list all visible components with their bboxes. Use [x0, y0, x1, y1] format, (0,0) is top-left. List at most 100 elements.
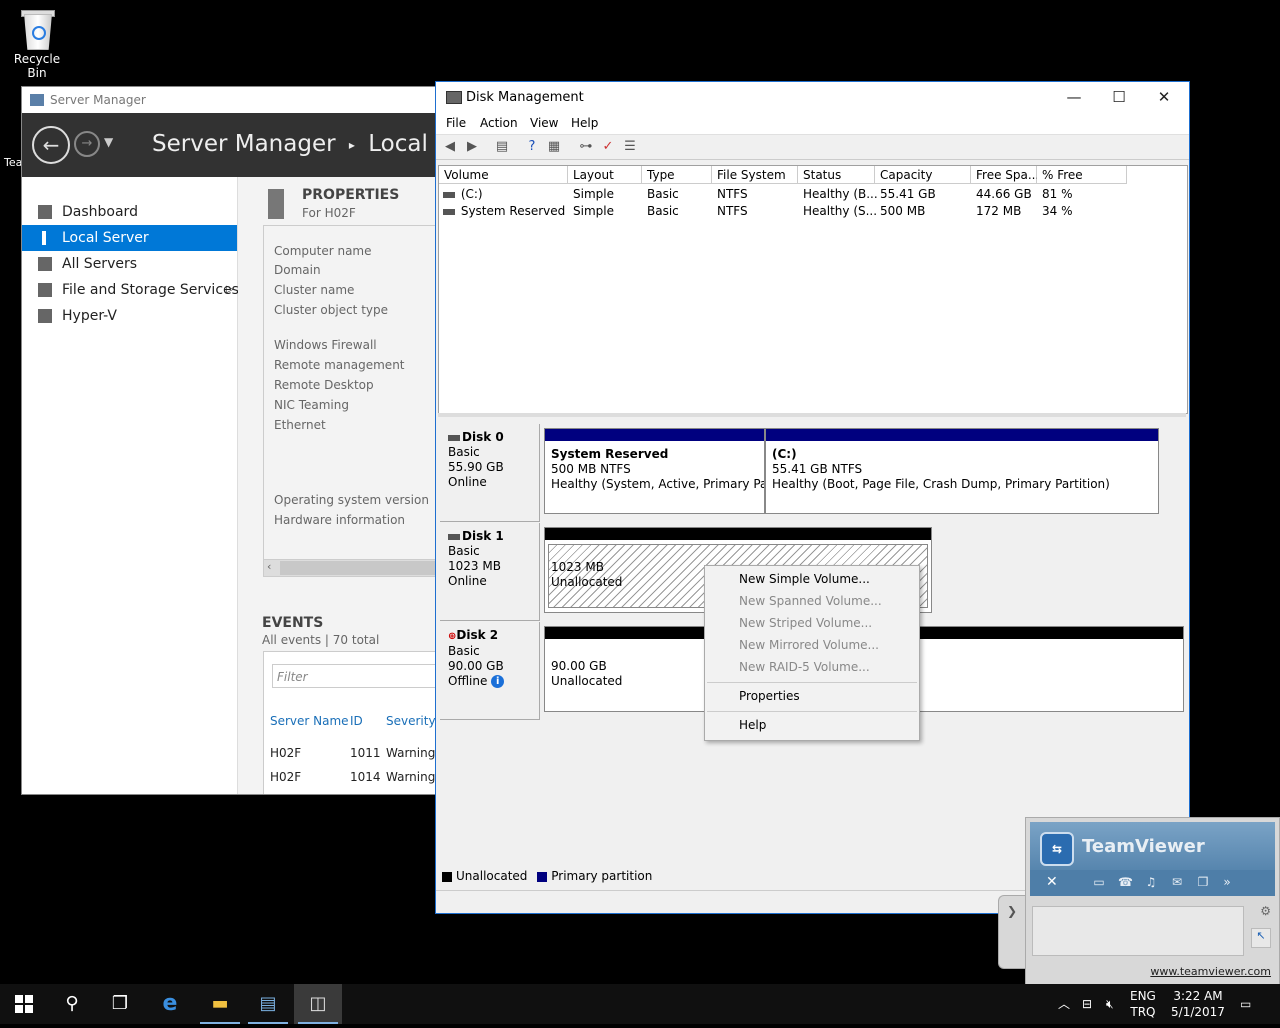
video-icon[interactable]: ▭ — [1092, 875, 1106, 889]
sidebar-item-hyper-v[interactable]: Hyper-V — [22, 303, 237, 329]
menu-view[interactable]: View — [530, 116, 558, 130]
task-view-icon[interactable]: ❐ — [96, 984, 144, 1024]
chat-icon[interactable]: ✉ — [1170, 875, 1184, 889]
recycle-bin-icon[interactable]: Recycle Bin — [4, 8, 70, 80]
table-cell[interactable]: H02F — [270, 746, 301, 760]
search-icon[interactable]: ⚲ — [48, 984, 96, 1024]
chevron-right-icon[interactable]: ❯ — [1007, 904, 1017, 918]
more-icon[interactable]: » — [1220, 875, 1234, 889]
column-header-type[interactable]: Type — [642, 166, 712, 184]
notifications-icon[interactable]: ▭ — [1240, 996, 1251, 1012]
table-cell[interactable]: 1014 — [350, 770, 381, 784]
back-arrow-icon[interactable]: ← — [32, 126, 70, 164]
column-header-severity[interactable]: Severity — [386, 714, 436, 728]
gear-icon[interactable]: ⚙ — [1260, 904, 1271, 918]
file-transfer-icon[interactable]: ❐ — [1196, 875, 1210, 889]
teamviewer-expand-tab[interactable]: ❯ — [998, 895, 1027, 969]
column-header-volume[interactable]: Volume — [439, 166, 568, 184]
info-icon[interactable]: i — [491, 675, 505, 688]
partition-title: System Reserved — [551, 447, 669, 461]
network-icon[interactable]: ⊟ — [1082, 996, 1092, 1012]
forward-icon[interactable]: ▶ — [464, 140, 480, 154]
column-header-capacity[interactable]: Capacity — [875, 166, 971, 184]
server-manager-taskbar-icon[interactable]: ▤ — [244, 984, 292, 1024]
forward-arrow-icon[interactable]: → — [74, 131, 100, 157]
server-manager-title: Server Manager — [50, 93, 146, 107]
back-icon[interactable]: ◀ — [442, 140, 458, 154]
properties-hscrollbar[interactable]: ‹ — [264, 559, 436, 576]
history-dropdown-icon[interactable]: ▼ — [104, 135, 113, 149]
sidebar-item-dashboard[interactable]: Dashboard — [22, 199, 237, 225]
check-icon[interactable]: ✓ — [600, 140, 616, 154]
events-filter-input[interactable]: Filter — [272, 664, 436, 688]
close-icon[interactable]: ✕ — [1046, 874, 1058, 890]
volume-list[interactable]: Volume Layout Type File System Status Ca… — [438, 165, 1188, 414]
toolbar: ◀ ▶ ▤ ? ▦ ⊶ ✓ ☰ — [436, 135, 1189, 160]
headset-icon[interactable]: ♫ — [1144, 875, 1158, 889]
disk-management-taskbar-icon[interactable]: ◫ — [294, 984, 342, 1024]
disk-management-titlebar[interactable]: Disk Management — ☐ ✕ — [436, 82, 1189, 112]
partition-c-drive[interactable]: (C:) 55.41 GB NTFS Healthy (Boot, Page F… — [765, 428, 1159, 514]
volume-muted-icon[interactable]: 🔇︎ — [1106, 996, 1114, 1012]
column-header-free-space[interactable]: Free Spa... — [971, 166, 1039, 184]
menu-item-new-simple-volume[interactable]: New Simple Volume... — [739, 572, 870, 586]
partial-desktop-icon-label[interactable]: Tea — [4, 156, 22, 169]
partition-system-reserved[interactable]: System Reserved 500 MB NTFS Healthy (Sys… — [544, 428, 765, 514]
connect-disk-icon[interactable]: ⊶ — [578, 140, 594, 154]
show-hidden-icons-icon[interactable]: ︿ — [1058, 996, 1070, 1012]
help-icon[interactable]: ? — [524, 140, 540, 154]
breadcrumb-separator-icon: ▸ — [348, 137, 355, 152]
pane-splitter[interactable] — [438, 413, 1186, 417]
events-heading: EVENTS — [262, 615, 324, 631]
breadcrumb: Server Manager ▸ Local Serv — [152, 131, 436, 157]
menu-item-properties[interactable]: Properties — [739, 689, 800, 703]
column-header-server-name[interactable]: Server Name — [270, 714, 349, 728]
teamviewer-link[interactable]: www.teamviewer.com — [1150, 965, 1271, 978]
clock[interactable]: 3:22 AM 5/1/2017 — [1168, 988, 1228, 1020]
disk-1-label[interactable]: Disk 1 Basic 1023 MB Online — [440, 523, 540, 621]
close-button[interactable]: ✕ — [1144, 86, 1184, 108]
menu-file[interactable]: File — [446, 116, 466, 130]
breadcrumb-root[interactable]: Server Manager — [152, 131, 336, 157]
column-header-percent-free[interactable]: % Free — [1037, 166, 1127, 184]
disk-management-window[interactable]: Disk Management — ☐ ✕ File Action View H… — [435, 81, 1190, 914]
sidebar-item-local-server[interactable]: Local Server — [22, 225, 237, 251]
table-cell[interactable]: Warning — [386, 770, 435, 784]
column-header-file-system[interactable]: File System — [712, 166, 798, 184]
table-cell: 500 MB — [880, 204, 926, 218]
disk-2-label[interactable]: ⊕Disk 2 Basic 90.00 GB Offline i — [440, 622, 540, 720]
sidebar-item-all-servers[interactable]: All Servers — [22, 251, 237, 277]
teamviewer-panel[interactable]: ⇆ TeamViewer ✕ ▭ ☎ ♫ ✉ ❐ » ⚙ ↖ www.teamv… — [1025, 817, 1280, 985]
chevron-right-icon[interactable]: ▷ — [226, 277, 234, 303]
properties-icon[interactable]: ▦ — [546, 140, 562, 154]
file-explorer-icon[interactable]: ▬ — [196, 984, 244, 1024]
maximize-button[interactable]: ☐ — [1099, 86, 1139, 108]
menu-item-help[interactable]: Help — [739, 718, 766, 732]
settings-list-icon[interactable]: ☰ — [622, 140, 638, 154]
input-language-indicator[interactable]: ENG TRQ — [1130, 988, 1156, 1020]
scroll-thumb[interactable] — [280, 561, 436, 575]
menu-action[interactable]: Action — [480, 116, 518, 130]
server-manager-titlebar[interactable]: Server Manager — [22, 87, 436, 113]
phone-icon[interactable]: ☎ — [1118, 875, 1133, 889]
server-manager-window[interactable]: Server Manager ← → ▼ Server Manager ▸ Lo… — [21, 86, 437, 795]
menu-item-new-raid5-volume: New RAID-5 Volume... — [739, 660, 870, 674]
pointer-icon[interactable]: ↖ — [1251, 928, 1271, 948]
server-manager-app-icon — [30, 94, 44, 106]
table-cell[interactable]: Warning — [386, 746, 435, 760]
menu-help[interactable]: Help — [571, 116, 598, 130]
minimize-button[interactable]: — — [1054, 86, 1094, 108]
disk-0-label[interactable]: Disk 0 Basic 55.90 GB Online — [440, 424, 540, 522]
sidebar-item-file-storage[interactable]: File and Storage Services ▷ — [22, 277, 239, 303]
scroll-left-icon[interactable]: ‹ — [267, 560, 271, 573]
table-cell[interactable]: 1011 — [350, 746, 381, 760]
show-hide-tree-icon[interactable]: ▤ — [494, 140, 510, 154]
windows-start-icon[interactable] — [0, 984, 48, 1024]
column-header-status[interactable]: Status — [798, 166, 875, 184]
column-header-layout[interactable]: Layout — [568, 166, 642, 184]
teamviewer-title: TeamViewer — [1082, 836, 1205, 857]
internet-explorer-icon[interactable]: e — [146, 984, 194, 1024]
property-label: Cluster name — [274, 283, 355, 297]
table-cell[interactable]: H02F — [270, 770, 301, 784]
column-header-id[interactable]: ID — [350, 714, 363, 728]
